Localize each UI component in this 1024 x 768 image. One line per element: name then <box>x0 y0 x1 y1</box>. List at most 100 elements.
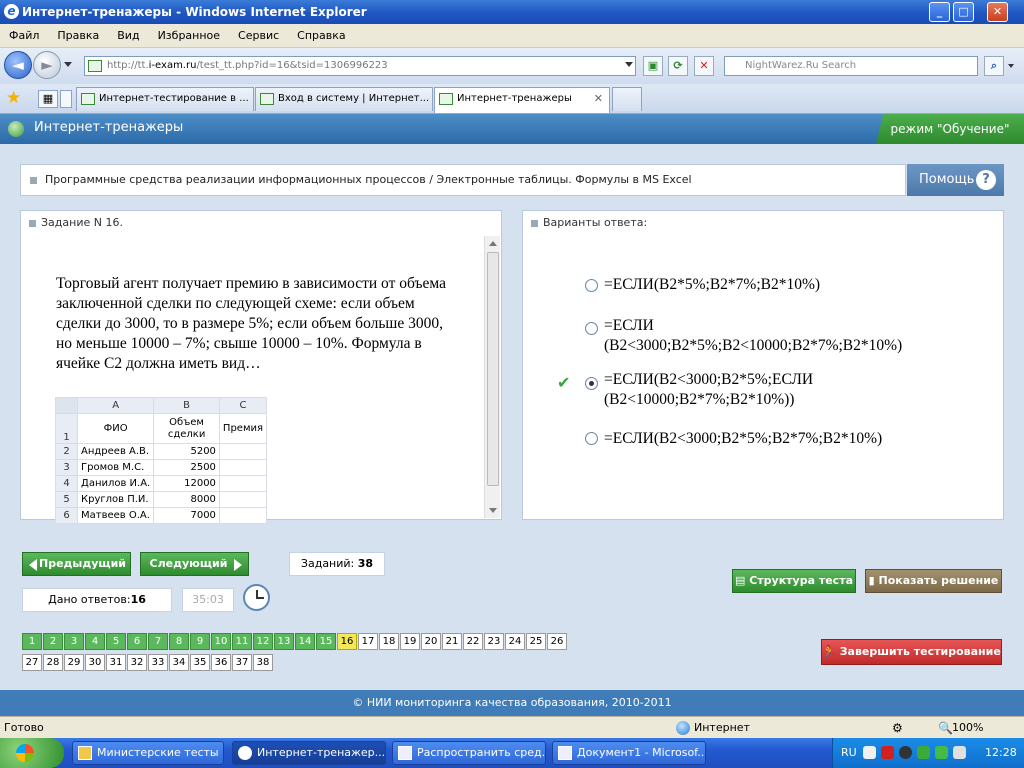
question-number-button[interactable]: 30 <box>85 654 105 671</box>
scroll-up-icon[interactable] <box>489 241 497 246</box>
tray-icon[interactable] <box>899 746 912 759</box>
tab-1[interactable]: Интернет-тестирование в ... <box>76 87 254 111</box>
search-options-icon[interactable] <box>1008 64 1014 68</box>
question-number-button[interactable]: 33 <box>148 654 168 671</box>
answer-radio-4[interactable] <box>585 432 598 445</box>
question-number-button[interactable]: 28 <box>43 654 63 671</box>
refresh-icon[interactable]: ⟳ <box>668 56 688 76</box>
menu-favorites[interactable]: Избранное <box>149 24 229 48</box>
compat-view-icon[interactable]: ▣ <box>643 56 663 76</box>
question-number-button[interactable]: 6 <box>127 633 147 650</box>
taskbar-item-1[interactable]: Министерские тесты ... <box>72 741 224 765</box>
tray-icon[interactable] <box>953 746 966 759</box>
history-dropdown-icon[interactable] <box>64 62 72 67</box>
forward-button[interactable]: ► <box>33 51 61 79</box>
question-number-button[interactable]: 8 <box>169 633 189 650</box>
tab-3-active[interactable]: Интернет-тренажеры ✕ <box>434 87 610 113</box>
question-number-button[interactable]: 1 <box>22 633 42 650</box>
tab-2[interactable]: Вход в систему | Интернет... <box>255 87 433 111</box>
maximize-button[interactable]: □ <box>953 2 974 22</box>
question-number-button[interactable]: 19 <box>400 633 420 650</box>
answer-option-3[interactable]: =ЕСЛИ(B2<3000;B2*5%;ЕСЛИ (B2<10000;B2*7%;… <box>604 370 813 410</box>
bullet-icon <box>29 220 36 227</box>
tray-icon[interactable] <box>935 746 948 759</box>
question-number-button[interactable]: 16 <box>337 633 357 650</box>
taskbar-item-2-active[interactable]: Интернет-тренажер... <box>232 741 386 765</box>
next-button[interactable]: Следующий <box>140 552 249 576</box>
question-number-button[interactable]: 7 <box>148 633 168 650</box>
scroll-down-icon[interactable] <box>489 508 497 513</box>
question-number-button[interactable]: 38 <box>253 654 273 671</box>
tray-icon[interactable] <box>863 746 876 759</box>
question-number-button[interactable]: 24 <box>505 633 525 650</box>
question-number-button[interactable]: 2 <box>43 633 63 650</box>
question-number-button[interactable]: 10 <box>211 633 231 650</box>
question-number-button[interactable]: 36 <box>211 654 231 671</box>
tab-close-icon[interactable]: ✕ <box>594 88 603 110</box>
question-number-button[interactable]: 18 <box>379 633 399 650</box>
help-button[interactable]: Помощь ? <box>907 164 1004 196</box>
menu-help[interactable]: Справка <box>288 24 354 48</box>
question-number-button[interactable]: 5 <box>106 633 126 650</box>
question-number-button[interactable]: 37 <box>232 654 252 671</box>
antivirus-icon[interactable] <box>881 746 894 759</box>
tray-icon[interactable] <box>917 746 930 759</box>
zoom-icon[interactable]: 🔍 <box>938 717 953 739</box>
question-number-button[interactable]: 34 <box>169 654 189 671</box>
question-number-button[interactable]: 12 <box>253 633 273 650</box>
zoom-level[interactable]: 100% <box>952 717 983 739</box>
finish-test-button[interactable]: 🏃 Завершить тестирование <box>821 639 1002 665</box>
answer-option-1[interactable]: =ЕСЛИ(B2*5%;B2*7%;B2*10%) <box>604 275 820 295</box>
close-button[interactable]: ✕ <box>987 2 1008 22</box>
test-structure-button[interactable]: ▤ Структура теста <box>732 569 856 593</box>
question-number-button[interactable]: 29 <box>64 654 84 671</box>
menu-tools[interactable]: Сервис <box>229 24 288 48</box>
question-number-button[interactable]: 25 <box>526 633 546 650</box>
answer-option-4[interactable]: =ЕСЛИ(B2<3000;B2*5%;B2*7%;B2*10%) <box>604 429 882 449</box>
question-number-button[interactable]: 32 <box>127 654 147 671</box>
question-number-button[interactable]: 17 <box>358 633 378 650</box>
question-number-button[interactable]: 22 <box>463 633 483 650</box>
menu-edit[interactable]: Правка <box>48 24 108 48</box>
question-scrollbar[interactable] <box>484 236 500 518</box>
question-number-button[interactable]: 26 <box>547 633 567 650</box>
new-tab-button[interactable] <box>612 87 642 111</box>
tab-list-dropdown-icon[interactable] <box>60 90 72 108</box>
stop-icon[interactable]: ✕ <box>694 56 714 76</box>
answer-radio-1[interactable] <box>585 279 598 292</box>
answer-radio-2[interactable] <box>585 322 598 335</box>
scroll-thumb[interactable] <box>487 252 499 486</box>
question-number-button[interactable]: 31 <box>106 654 126 671</box>
menu-file[interactable]: Файл <box>0 24 48 48</box>
start-button[interactable] <box>0 738 64 768</box>
protected-mode-icon[interactable]: ⚙ <box>892 717 903 739</box>
question-number-button[interactable]: 21 <box>442 633 462 650</box>
question-number-button[interactable]: 35 <box>190 654 210 671</box>
question-number-button[interactable]: 15 <box>316 633 336 650</box>
question-number-button[interactable]: 14 <box>295 633 315 650</box>
minimize-button[interactable]: _ <box>929 2 950 22</box>
address-bar[interactable]: http://tt.i-exam.ru/test_tt.php?id=16&ts… <box>84 56 636 76</box>
answer-option-2[interactable]: =ЕСЛИ (B2<3000;B2*5%;B2<10000;B2*7%;B2*10… <box>604 316 902 356</box>
question-number-button[interactable]: 20 <box>421 633 441 650</box>
question-number-button[interactable]: 4 <box>85 633 105 650</box>
menu-view[interactable]: Вид <box>108 24 148 48</box>
question-number-button[interactable]: 27 <box>22 654 42 671</box>
question-number-button[interactable]: 3 <box>64 633 84 650</box>
question-number-button[interactable]: 11 <box>232 633 252 650</box>
search-icon[interactable]: ⌕ <box>984 56 1004 76</box>
prev-button[interactable]: Предыдущий <box>22 552 131 576</box>
answer-radio-3-selected[interactable] <box>585 377 598 390</box>
favorites-star-icon[interactable]: ★ <box>6 88 21 108</box>
taskbar-item-4[interactable]: Документ1 - Microsof... <box>552 741 706 765</box>
back-button[interactable]: ◄ <box>4 51 32 79</box>
question-number-button[interactable]: 23 <box>484 633 504 650</box>
taskbar-item-3[interactable]: Распространить сред... <box>392 741 546 765</box>
show-solution-button[interactable]: ▮ Показать решение <box>865 569 1002 593</box>
language-indicator[interactable]: RU <box>841 746 857 759</box>
question-number-button[interactable]: 9 <box>190 633 210 650</box>
search-input[interactable]: NightWarez.Ru Search <box>724 56 978 76</box>
question-number-button[interactable]: 13 <box>274 633 294 650</box>
quick-tabs-icon[interactable]: ▦ <box>38 90 58 108</box>
address-dropdown-icon[interactable] <box>625 62 633 67</box>
